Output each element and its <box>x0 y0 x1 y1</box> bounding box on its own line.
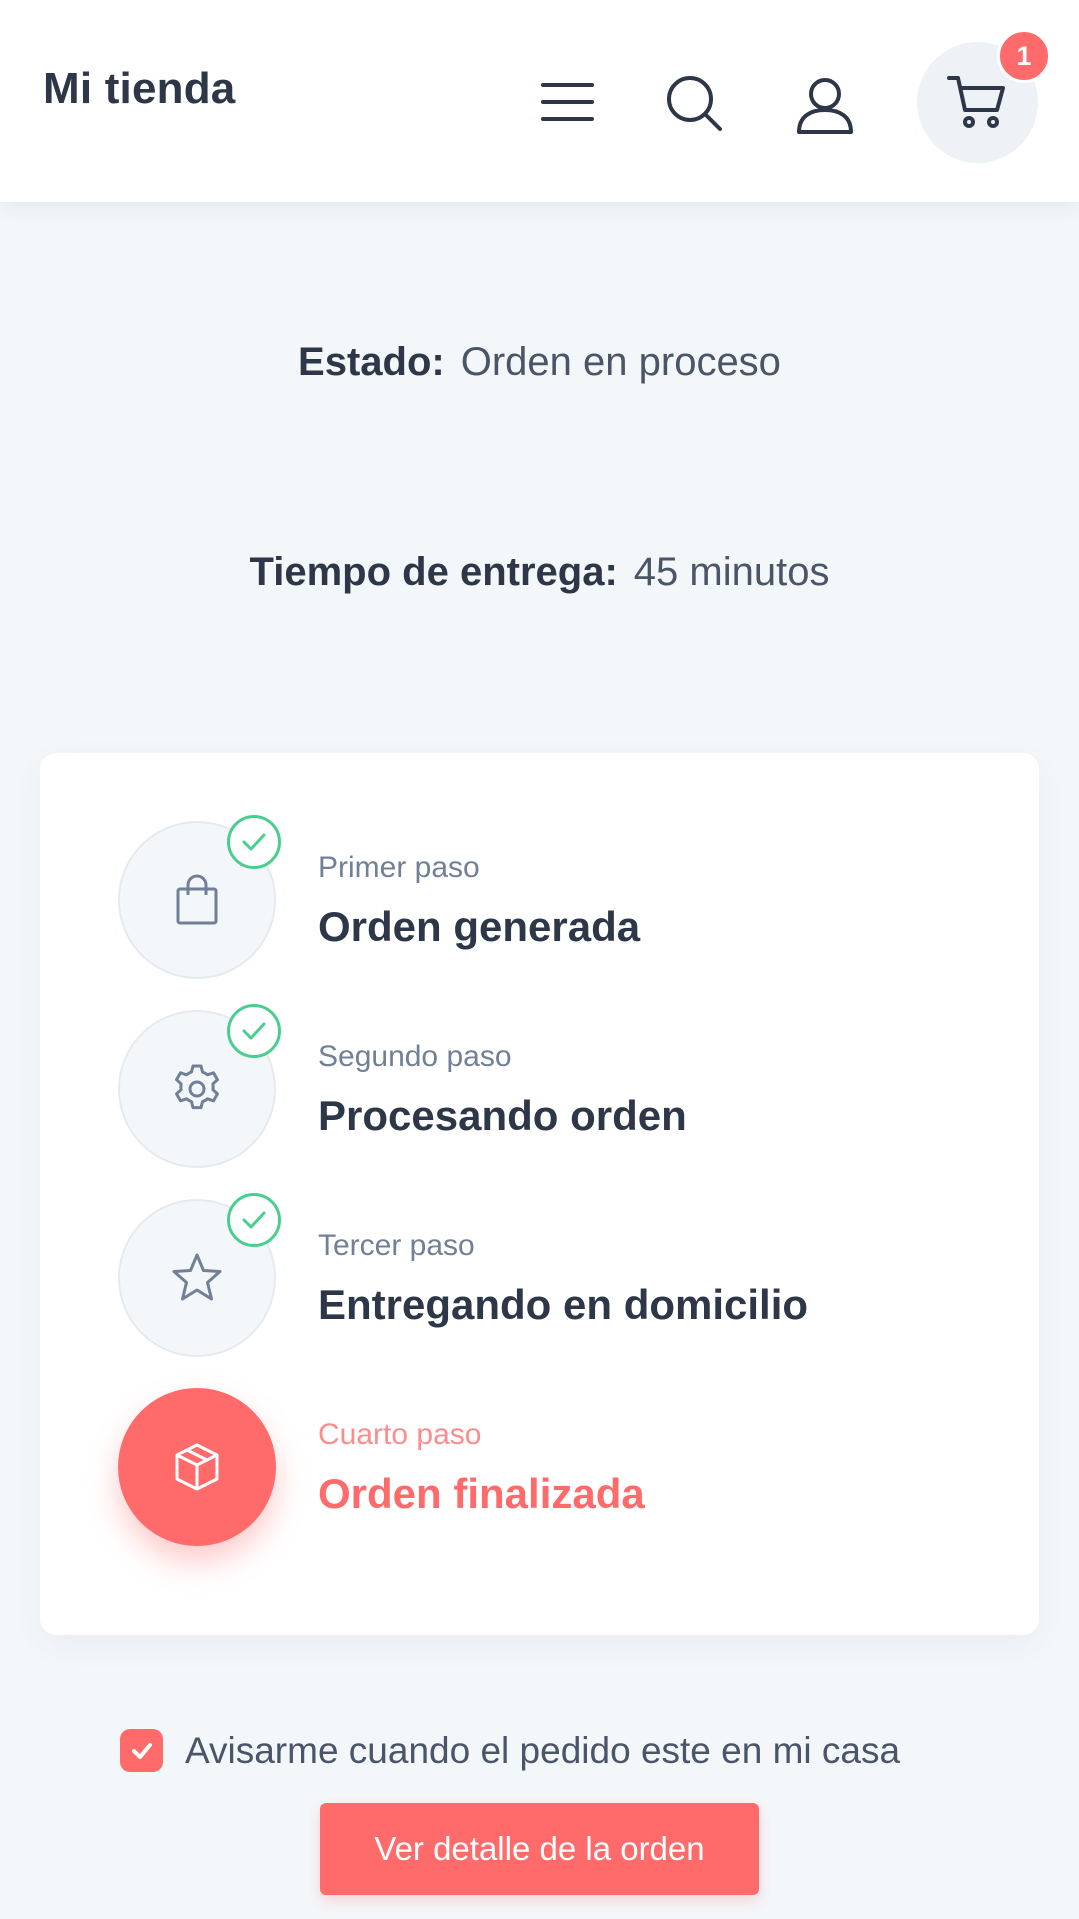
step-order-generated: Primer paso Orden generada <box>40 815 1039 981</box>
notify-label: Avisarme cuando el pedido este en mi cas… <box>185 1729 901 1771</box>
gear-icon <box>175 1064 219 1110</box>
step-subtitle: Cuarto paso <box>318 1418 482 1451</box>
menu-icon[interactable] <box>540 80 595 124</box>
step-title: Orden generada <box>318 903 641 950</box>
delivery-time: Tiempo de entrega: 45 minutos <box>0 550 1079 595</box>
step-title: Orden finalizada <box>318 1470 645 1517</box>
star-icon <box>172 1253 222 1301</box>
cart-count-badge: 1 <box>997 29 1051 83</box>
check-icon <box>242 833 266 851</box>
step-title: Entregando en domicilio <box>318 1281 809 1328</box>
step-order-finished: Cuarto paso Orden finalizada <box>40 1388 1039 1548</box>
step-complete-check <box>227 1193 281 1247</box>
step-title: Procesando orden <box>318 1092 687 1139</box>
top-nav: Mi tienda 1 <box>0 0 1079 202</box>
step-processing-order: Segundo paso Procesando orden <box>40 1004 1039 1170</box>
check-icon <box>242 1211 266 1229</box>
step-delivering: Tercer paso Entregando en domicilio <box>40 1193 1039 1359</box>
step-subtitle: Tercer paso <box>318 1229 475 1262</box>
step-complete-check <box>227 1004 281 1058</box>
step-subtitle: Segundo paso <box>318 1040 512 1073</box>
step-subtitle: Primer paso <box>318 851 480 884</box>
order-status: Estado: Orden en proceso <box>0 340 1079 385</box>
check-icon <box>242 1022 266 1040</box>
user-icon[interactable] <box>795 76 855 136</box>
delivery-time-label: Tiempo de entrega: <box>249 550 618 594</box>
view-order-detail-button[interactable]: Ver detalle de la orden <box>320 1803 759 1895</box>
notify-checkbox[interactable] <box>120 1729 163 1772</box>
order-steps-card: Primer paso Orden generada Segundo paso … <box>40 753 1039 1635</box>
status-label: Estado: <box>298 340 445 384</box>
delivery-time-value: 45 minutos <box>633 550 830 594</box>
search-icon[interactable] <box>665 74 725 134</box>
notify-option[interactable]: Avisarme cuando el pedido este en mi cas… <box>120 1729 900 1772</box>
box-icon <box>175 1443 219 1491</box>
brand-logo[interactable]: Mi tienda <box>43 64 235 114</box>
step-icon-circle <box>118 1388 276 1546</box>
cart-icon <box>947 76 1005 128</box>
step-complete-check <box>227 815 281 869</box>
checkmark-icon <box>131 1742 152 1759</box>
status-value: Orden en proceso <box>460 340 781 384</box>
bag-icon <box>176 874 218 925</box>
